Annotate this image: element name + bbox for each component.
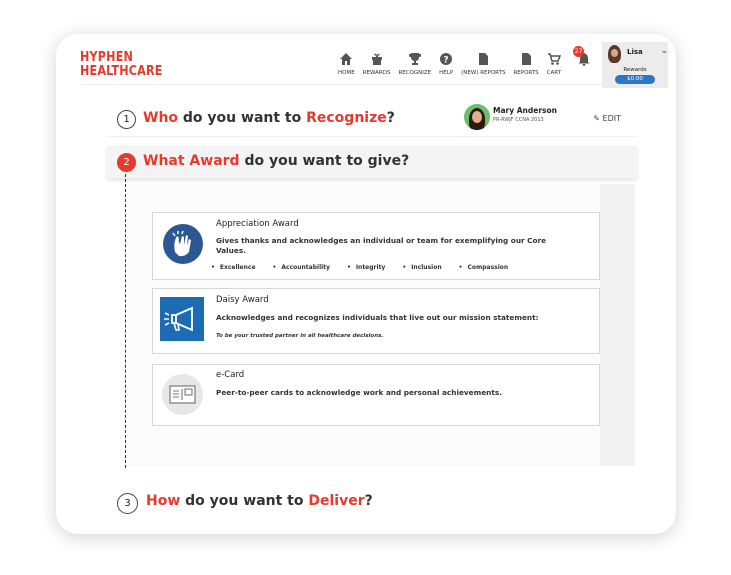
award-appreciation-name: Appreciation Award (216, 219, 299, 229)
notifications-button[interactable]: 27 (573, 46, 591, 84)
step-2-title-rest: do you want to give? (239, 153, 410, 169)
step-1-title-recognize: Recognize (306, 110, 387, 126)
home-icon (340, 53, 353, 65)
step-1-number: 1 (117, 110, 136, 129)
award-appreciation-desc: Gives thanks and acknowledges an individ… (216, 236, 547, 255)
nav-cart-label: CART (546, 70, 562, 76)
svg-text:?: ? (444, 56, 449, 66)
notification-badge: 27 (573, 46, 585, 57)
app-window: HYPHEN HEALTHCARE HOME REWARDS RECOGNIZE… (56, 34, 676, 534)
nav-new-reports-label: (NEW) REPORTS (461, 70, 506, 76)
nav-rewards-label: REWARDS (362, 70, 391, 76)
nav-home-label: HOME (338, 70, 355, 76)
ecard-icon (162, 374, 203, 415)
step-connector (125, 174, 126, 468)
recipient-subtitle: PR-RWJF CCNA 2013 (493, 117, 544, 123)
award-daisy-desc: Acknowledges and recognizes individuals … (216, 313, 539, 322)
nav-new-reports[interactable]: (NEW) REPORTS (461, 52, 505, 84)
megaphone-icon (160, 297, 204, 341)
chevron-down-icon[interactable]: ⌄ (660, 46, 668, 56)
step-3-title-mid: do you want to (180, 493, 309, 509)
gift-icon (371, 53, 382, 65)
step-2-title-award: What Award (143, 153, 240, 169)
nav-recognize-label: RECOGNIZE (398, 70, 432, 76)
step-2-title: What Award do you want to give? (143, 153, 409, 169)
recipient-avatar (464, 104, 490, 130)
rewards-balance[interactable]: $0.00 (615, 75, 655, 84)
step-3-title: How do you want to Deliver? (146, 493, 373, 509)
step-1-title: Who do you want to Recognize? (143, 110, 395, 126)
nav-cart[interactable]: CART (547, 52, 561, 84)
rewards-label: Rewards (623, 67, 647, 73)
nav-help-label: HELP (439, 70, 454, 76)
user-name: Lisa (627, 48, 643, 56)
logo-line-1: HYPHEN (80, 49, 134, 65)
value-inclusion: Inclusion (402, 264, 441, 271)
recipient-name: Mary Anderson (493, 106, 557, 115)
step-how-deliver[interactable]: 3 How do you want to Deliver? (107, 482, 637, 532)
award-daisy[interactable]: Daisy Award Acknowledges and recognizes … (152, 288, 600, 354)
trophy-icon (408, 53, 421, 65)
award-ecard-desc: Peer-to-peer cards to acknowledge work a… (216, 388, 502, 397)
document-icon (522, 53, 532, 65)
nav-help[interactable]: ? HELP (439, 52, 453, 84)
value-integrity: Integrity (347, 264, 386, 271)
logo-line-2: HEALTHCARE (80, 63, 163, 79)
value-excellence: Excellence (211, 264, 256, 271)
award-ecard-name: e-Card (216, 370, 245, 380)
clapping-hands-icon (163, 224, 203, 264)
top-nav: HOME REWARDS RECOGNIZE ? HELP (NEW) REPO… (338, 46, 599, 84)
award-ecard[interactable]: e-Card Peer-to-peer cards to acknowledge… (152, 364, 600, 426)
panel-side-strip (600, 184, 635, 466)
step-3-number: 3 (117, 493, 138, 514)
nav-recognize[interactable]: RECOGNIZE (398, 52, 431, 84)
step-1-title-mid: do you want to (178, 110, 307, 126)
step-3-title-how: How (146, 493, 181, 509)
step-who[interactable]: 1 Who do you want to Recognize? Mary And… (107, 104, 637, 137)
user-menu[interactable]: Lisa ⌄ Rewards $0.00 (602, 42, 668, 88)
nav-home[interactable]: HOME (338, 52, 355, 84)
step-1-title-end: ? (386, 110, 395, 126)
step-2-number: 2 (117, 153, 136, 172)
edit-button[interactable]: ✎ EDIT (593, 114, 621, 123)
help-icon: ? (440, 53, 453, 66)
core-values-list: Excellence Accountability Integrity Incl… (211, 264, 525, 271)
award-appreciation[interactable]: Appreciation Award Gives thanks and ackn… (152, 212, 600, 280)
brand-logo[interactable]: HYPHEN HEALTHCARE (80, 50, 163, 78)
nav-reports-label: REPORTS (513, 70, 539, 76)
header-divider (80, 84, 652, 85)
award-daisy-subtext: To be your trusted partner in all health… (216, 333, 384, 339)
step-1-title-who: Who (143, 110, 179, 126)
step-3-title-deliver: Deliver (308, 493, 365, 509)
value-compassion: Compassion (459, 264, 508, 271)
value-accountability: Accountability (273, 264, 330, 271)
nav-rewards[interactable]: REWARDS (362, 52, 391, 84)
nav-reports[interactable]: REPORTS (513, 52, 539, 84)
document-icon (479, 53, 489, 65)
cart-icon (547, 53, 561, 65)
step-what-award[interactable]: 2 What Award do you want to give? (107, 146, 637, 178)
award-daisy-name: Daisy Award (216, 295, 269, 305)
user-avatar (608, 45, 621, 63)
step-3-title-end: ? (364, 493, 373, 509)
